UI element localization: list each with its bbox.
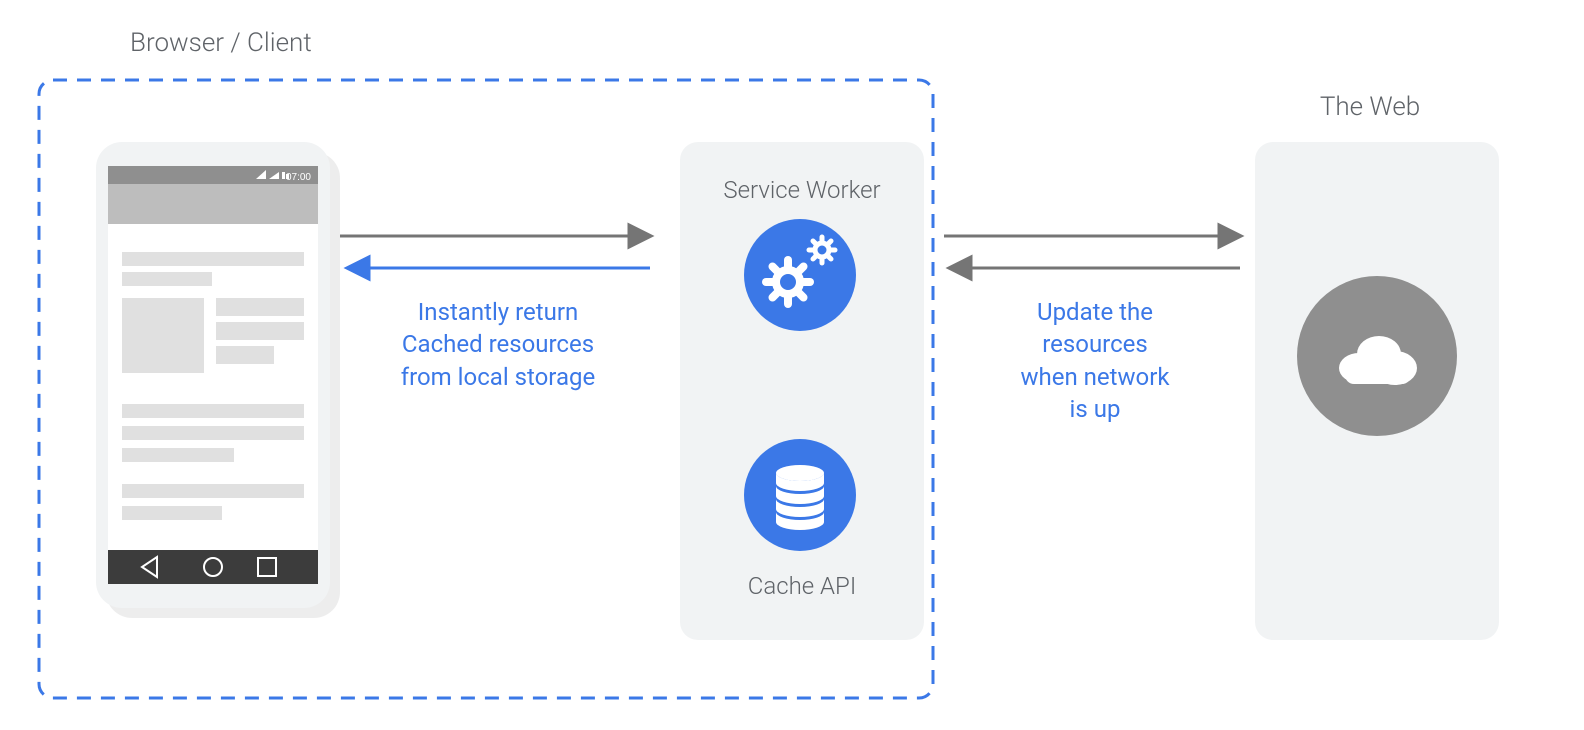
- phone-device: 07:00: [96, 142, 340, 618]
- phone-status-time: 07:00: [286, 172, 311, 183]
- cache-api-label: Cache API: [680, 572, 924, 600]
- diagram-stage: Browser / Client The Web: [0, 0, 1584, 730]
- cloud-icon: [1297, 276, 1457, 436]
- instant-return-text: Instantly return Cached resources from l…: [343, 296, 653, 393]
- service-worker-panel: [680, 142, 924, 640]
- service-worker-label: Service Worker: [680, 176, 924, 204]
- svg-layer: 07:00: [0, 0, 1584, 730]
- database-icon: [744, 439, 856, 551]
- gears-icon: [744, 219, 856, 331]
- update-resources-text: Update the resources when network is up: [970, 296, 1220, 426]
